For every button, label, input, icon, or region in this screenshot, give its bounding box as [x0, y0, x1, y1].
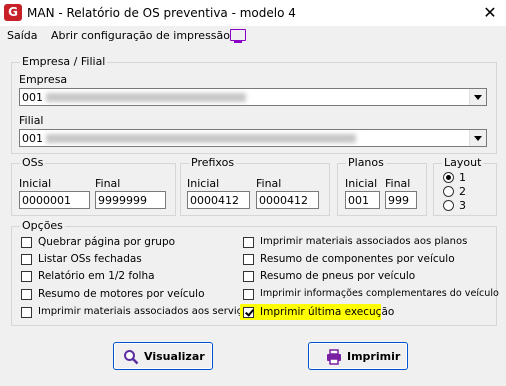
planos-inicial-input[interactable]: 001 [345, 191, 380, 209]
option-label: Imprimir última execução [260, 306, 395, 318]
menu-saida[interactable]: Saída [7, 29, 38, 42]
prefixos-legend: Prefixos [189, 156, 237, 169]
app-logo-icon: G [4, 4, 22, 21]
empresa-filial-legend: Empresa / Filial [20, 55, 108, 68]
prefixos-inicial-label: Inicial [187, 177, 220, 190]
monitor-icon[interactable] [230, 29, 246, 43]
window-title: MAN - Relatório de OS preventiva - model… [27, 6, 296, 20]
checkbox-info-complementares[interactable] [243, 289, 254, 300]
oss-final-input[interactable]: 9999999 [95, 191, 166, 209]
oss-inicial-input[interactable]: 0000001 [19, 191, 90, 209]
checkbox-listar-oss-fechadas[interactable] [21, 254, 32, 265]
option-label: Resumo de componentes por veículo [260, 253, 455, 265]
menu-print-config[interactable]: Abrir configuração de impressão [51, 29, 230, 42]
option-label: Imprimir informações complementares do v… [260, 288, 499, 299]
magnifier-icon [124, 350, 139, 365]
planos-final-label: Final [385, 177, 411, 190]
layout-radio-1[interactable] [443, 172, 454, 183]
visualizar-button[interactable]: Visualizar [113, 342, 213, 370]
opcoes-legend: Opções [20, 219, 65, 232]
layout-radio-3[interactable] [443, 200, 454, 211]
empresa-label: Empresa [19, 73, 68, 86]
redacted-text [46, 134, 356, 143]
planos-inicial-label: Inicial [345, 177, 378, 190]
chevron-down-icon[interactable] [469, 89, 486, 105]
layout-legend: Layout [442, 156, 484, 169]
planos-final-input[interactable]: 999 [385, 191, 417, 209]
menu-bar: Saída Abrir configuração de impressão [0, 26, 506, 46]
layout-option-2: 2 [459, 185, 466, 198]
checkbox-quebrar-pagina[interactable] [21, 237, 32, 248]
printer-icon [327, 349, 341, 365]
close-button[interactable]: ✕ [474, 0, 506, 26]
option-label: Resumo de motores por veículo [38, 288, 205, 300]
prefixos-final-label: Final [256, 177, 282, 190]
filial-label: Filial [19, 114, 44, 127]
prefixos-inicial-input[interactable]: 0000412 [187, 191, 250, 209]
checkbox-resumo-pneus[interactable] [243, 271, 254, 282]
layout-radio-2[interactable] [443, 186, 454, 197]
option-label: Imprimir materiais associados aos serviç… [38, 306, 254, 317]
option-label: Quebrar página por grupo [38, 236, 176, 248]
option-label: Listar OSs fechadas [38, 253, 142, 265]
oss-final-label: Final [95, 177, 121, 190]
empresa-select[interactable]: 001 [19, 88, 487, 106]
checkbox-resumo-motores[interactable] [21, 289, 32, 300]
title-bar: G MAN - Relatório de OS preventiva - mod… [0, 0, 506, 26]
option-label: Resumo de pneus por veículo [260, 270, 416, 282]
option-label: Imprimir materiais associados aos planos [260, 236, 468, 247]
layout-option-1: 1 [459, 171, 466, 184]
checkbox-materiais-planos[interactable] [243, 237, 254, 248]
option-label: Relatório em 1/2 folha [38, 270, 155, 282]
checkbox-materiais-servicos[interactable] [21, 307, 32, 318]
prefixos-final-input[interactable]: 0000412 [256, 191, 319, 209]
filial-select[interactable]: 001 [19, 129, 487, 147]
redacted-text [46, 93, 246, 102]
checkbox-relatorio-meia-folha[interactable] [21, 271, 32, 282]
planos-legend: Planos [346, 156, 386, 169]
checkbox-ultima-execucao[interactable] [243, 307, 254, 318]
imprimir-button[interactable]: Imprimir [308, 342, 408, 370]
checkbox-resumo-componentes[interactable] [243, 254, 254, 265]
oss-inicial-label: Inicial [19, 177, 52, 190]
layout-option-3: 3 [459, 199, 466, 212]
chevron-down-icon[interactable] [469, 130, 486, 146]
oss-legend: OSs [20, 156, 46, 169]
